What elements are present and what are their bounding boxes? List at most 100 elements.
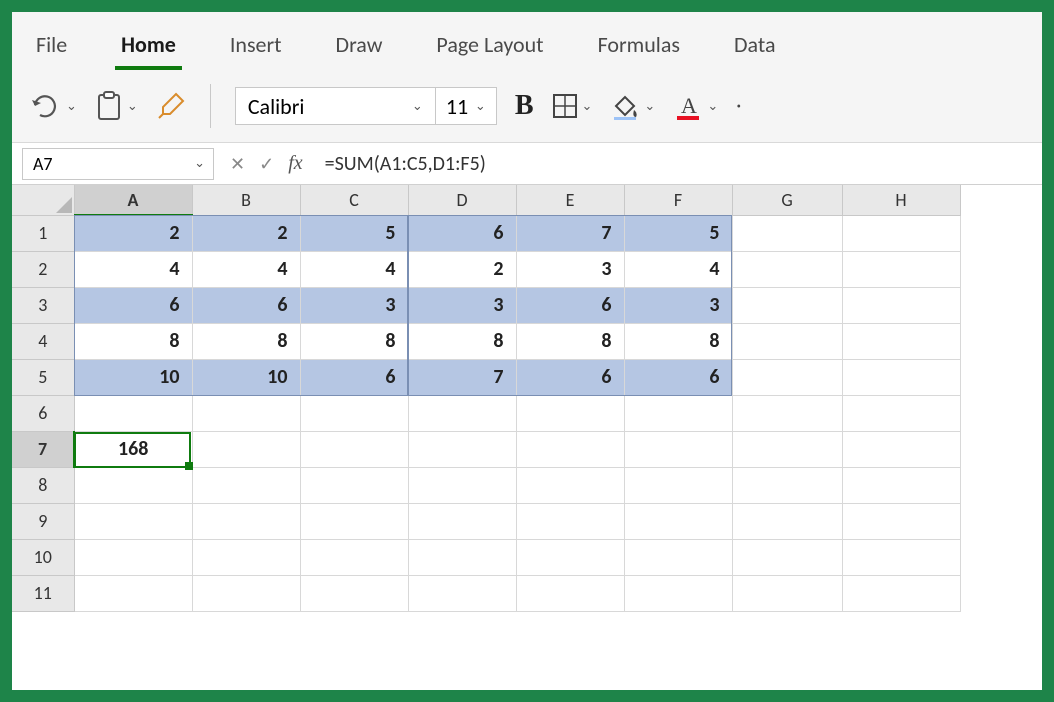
cell-a1[interactable]: 2	[74, 215, 192, 251]
cell-e5[interactable]: 6	[516, 359, 624, 395]
cell-h7[interactable]	[842, 431, 960, 467]
cell-h5[interactable]	[842, 359, 960, 395]
cell-g8[interactable]	[732, 467, 842, 503]
cell-b11[interactable]	[192, 575, 300, 611]
cell-d2[interactable]: 2	[408, 251, 516, 287]
row-header-5[interactable]: 5	[12, 359, 74, 395]
cell-a4[interactable]: 8	[74, 323, 192, 359]
cell-f6[interactable]	[624, 395, 732, 431]
row-header-4[interactable]: 4	[12, 323, 74, 359]
tab-file[interactable]: File	[30, 21, 73, 70]
tab-formulas[interactable]: Formulas	[592, 21, 686, 70]
cell-e8[interactable]	[516, 467, 624, 503]
cell-b6[interactable]	[192, 395, 300, 431]
cell-a9[interactable]	[74, 503, 192, 539]
cell-b7[interactable]	[192, 431, 300, 467]
column-header-b[interactable]: B	[192, 185, 300, 215]
name-box[interactable]: A7 ⌄	[22, 148, 214, 180]
cell-c5[interactable]: 6	[300, 359, 408, 395]
cell-b1[interactable]: 2	[192, 215, 300, 251]
cell-h4[interactable]	[842, 323, 960, 359]
cell-g11[interactable]	[732, 575, 842, 611]
cell-e11[interactable]	[516, 575, 624, 611]
cell-f10[interactable]	[624, 539, 732, 575]
cell-e1[interactable]: 7	[516, 215, 624, 251]
cell-d7[interactable]	[408, 431, 516, 467]
paste-button[interactable]: ⌄	[95, 91, 138, 121]
cell-d10[interactable]	[408, 539, 516, 575]
cell-c11[interactable]	[300, 575, 408, 611]
cell-g7[interactable]	[732, 431, 842, 467]
column-header-c[interactable]: C	[300, 185, 408, 215]
format-painter-button[interactable]	[156, 91, 186, 121]
font-color-button[interactable]: A ⌄	[673, 91, 718, 121]
cell-c2[interactable]: 4	[300, 251, 408, 287]
row-header-6[interactable]: 6	[12, 395, 74, 431]
cell-d5[interactable]: 7	[408, 359, 516, 395]
column-header-d[interactable]: D	[408, 185, 516, 215]
cell-d4[interactable]: 8	[408, 323, 516, 359]
cell-g1[interactable]	[732, 215, 842, 251]
cell-f7[interactable]	[624, 431, 732, 467]
row-header-11[interactable]: 11	[12, 575, 74, 611]
cell-f9[interactable]	[624, 503, 732, 539]
cell-d3[interactable]: 3	[408, 287, 516, 323]
tab-insert[interactable]: Insert	[224, 21, 288, 70]
cell-g4[interactable]	[732, 323, 842, 359]
cell-h9[interactable]	[842, 503, 960, 539]
row-header-9[interactable]: 9	[12, 503, 74, 539]
cell-c4[interactable]: 8	[300, 323, 408, 359]
cell-g9[interactable]	[732, 503, 842, 539]
cell-b3[interactable]: 6	[192, 287, 300, 323]
font-size-dropdown[interactable]: 11 ⌄	[436, 88, 496, 124]
cell-e4[interactable]: 8	[516, 323, 624, 359]
cell-g3[interactable]	[732, 287, 842, 323]
cell-c7[interactable]	[300, 431, 408, 467]
cell-h6[interactable]	[842, 395, 960, 431]
cell-d6[interactable]	[408, 395, 516, 431]
cell-f11[interactable]	[624, 575, 732, 611]
cell-a11[interactable]	[74, 575, 192, 611]
formula-input[interactable]: =SUM(A1:C5,D1:F5)	[313, 152, 1042, 176]
cell-c6[interactable]	[300, 395, 408, 431]
cell-d1[interactable]: 6	[408, 215, 516, 251]
cell-f3[interactable]: 3	[624, 287, 732, 323]
cell-c1[interactable]: 5	[300, 215, 408, 251]
cell-a10[interactable]	[74, 539, 192, 575]
cell-a3[interactable]: 6	[74, 287, 192, 323]
borders-button[interactable]: ⌄	[552, 93, 593, 119]
cell-h11[interactable]	[842, 575, 960, 611]
cell-g2[interactable]	[732, 251, 842, 287]
cell-d11[interactable]	[408, 575, 516, 611]
tab-page-layout[interactable]: Page Layout	[430, 21, 549, 70]
cell-c9[interactable]	[300, 503, 408, 539]
cell-g5[interactable]	[732, 359, 842, 395]
column-header-g[interactable]: G	[732, 185, 842, 215]
cell-e9[interactable]	[516, 503, 624, 539]
row-header-8[interactable]: 8	[12, 467, 74, 503]
cell-b5[interactable]: 10	[192, 359, 300, 395]
cell-a8[interactable]	[74, 467, 192, 503]
row-header-1[interactable]: 1	[12, 215, 74, 251]
cell-a2[interactable]: 4	[74, 251, 192, 287]
cell-f1[interactable]: 5	[624, 215, 732, 251]
cell-f5[interactable]: 6	[624, 359, 732, 395]
cell-h1[interactable]	[842, 215, 960, 251]
row-header-7[interactable]: 7	[12, 431, 74, 467]
bold-button[interactable]: B	[515, 90, 534, 122]
cell-h8[interactable]	[842, 467, 960, 503]
cell-f2[interactable]: 4	[624, 251, 732, 287]
row-header-10[interactable]: 10	[12, 539, 74, 575]
cell-f8[interactable]	[624, 467, 732, 503]
cell-b8[interactable]	[192, 467, 300, 503]
cell-e2[interactable]: 3	[516, 251, 624, 287]
fx-icon[interactable]: fx	[288, 152, 302, 175]
cell-a6[interactable]	[74, 395, 192, 431]
cell-c8[interactable]	[300, 467, 408, 503]
cell-c3[interactable]: 3	[300, 287, 408, 323]
cell-d8[interactable]	[408, 467, 516, 503]
cell-e10[interactable]	[516, 539, 624, 575]
cell-d9[interactable]	[408, 503, 516, 539]
column-header-h[interactable]: H	[842, 185, 960, 215]
cell-b9[interactable]	[192, 503, 300, 539]
